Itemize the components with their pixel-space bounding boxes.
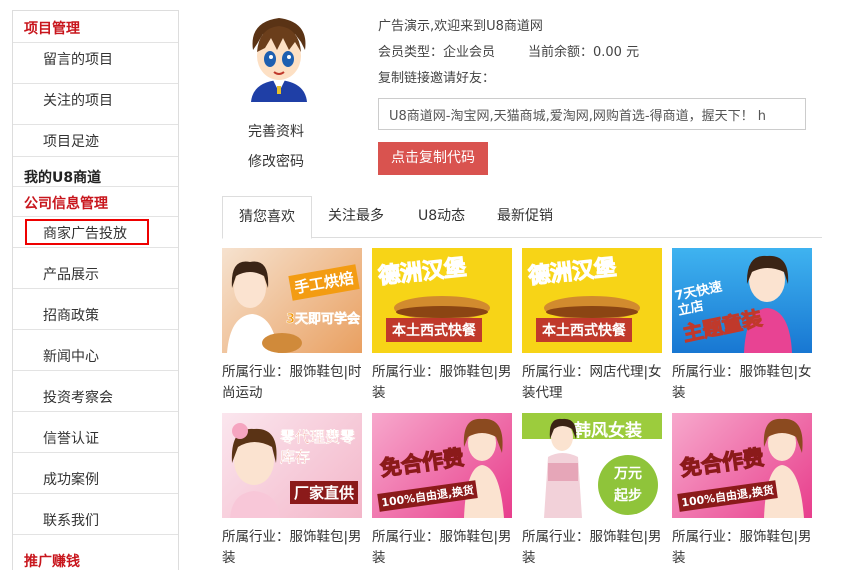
section-my-u8[interactable]: 我的U8商道 bbox=[24, 167, 101, 187]
change-password-link[interactable]: 修改密码 bbox=[248, 151, 304, 171]
product-caption[interactable]: 所属行业：服饰鞋包|男装 bbox=[372, 362, 514, 404]
product-caption[interactable]: 所属行业：服饰鞋包|女装 bbox=[672, 362, 814, 404]
product-caption[interactable]: 所属行业：服饰鞋包|男装 bbox=[522, 527, 664, 569]
highlight-box bbox=[25, 219, 149, 245]
product-thumbnail[interactable]: 德洲汉堡 本土西式快餐 bbox=[372, 248, 512, 353]
sidebar-item-followed-projects[interactable]: 关注的项目 bbox=[43, 90, 113, 110]
sidebar-menu: 项目管理 留言的项目 关注的项目 项目足迹 我的U8商道 公司信息管理 商家广告… bbox=[12, 10, 179, 570]
sidebar-item-contact[interactable]: 联系我们 bbox=[43, 510, 99, 530]
divider bbox=[13, 156, 178, 157]
divider bbox=[13, 329, 178, 330]
invite-label: 复制链接邀请好友： bbox=[378, 71, 496, 86]
section-project-management[interactable]: 项目管理 bbox=[24, 18, 80, 38]
product-card: 韩风女装 万元起步 所属行业：服饰鞋包|男装 bbox=[522, 413, 664, 569]
divider bbox=[13, 411, 178, 412]
banner-text: 零代理费零库存 bbox=[280, 428, 356, 466]
balance: 当前余额：0.00 元 bbox=[528, 45, 640, 60]
divider bbox=[13, 247, 178, 248]
product-thumbnail[interactable]: 7天快速立店 主题童装 bbox=[672, 248, 812, 353]
product-card: 手工烘焙 3天即可学会 所属行业：服饰鞋包|时尚运动 bbox=[222, 248, 364, 404]
product-thumbnail[interactable]: 韩风女装 万元起步 bbox=[522, 413, 662, 518]
product-thumbnail[interactable]: 免合作费 100%自由退,换货 bbox=[372, 413, 512, 518]
copy-code-button[interactable]: 点击复制代码 bbox=[378, 142, 488, 175]
tab-latest-promotions[interactable]: 最新促销 bbox=[497, 196, 553, 236]
complete-profile-link[interactable]: 完善资料 bbox=[248, 121, 304, 141]
banner-subtext: 本土西式快餐 bbox=[536, 318, 632, 342]
product-caption[interactable]: 所属行业：服饰鞋包|男装 bbox=[372, 527, 514, 569]
sidebar-item-project-history[interactable]: 项目足迹 bbox=[43, 131, 99, 151]
divider bbox=[13, 288, 178, 289]
sidebar-item-cases[interactable]: 成功案例 bbox=[43, 469, 99, 489]
product-caption[interactable]: 所属行业：服饰鞋包|时尚运动 bbox=[222, 362, 364, 404]
banner-subtext: 本土西式快餐 bbox=[386, 318, 482, 342]
section-company-info[interactable]: 公司信息管理 bbox=[24, 193, 108, 213]
product-caption[interactable]: 所属行业：服饰鞋包|男装 bbox=[222, 527, 364, 569]
sidebar-item-messaged-projects[interactable]: 留言的项目 bbox=[43, 49, 113, 69]
product-card: 7天快速立店 主题童装 所属行业：服饰鞋包|女装 bbox=[672, 248, 814, 404]
invite-link-field[interactable] bbox=[378, 98, 806, 130]
divider bbox=[13, 370, 178, 371]
welcome-text: 广告演示,欢迎来到U8商道网 bbox=[378, 19, 543, 34]
product-thumbnail[interactable]: 手工烘焙 3天即可学会 bbox=[222, 248, 362, 353]
banner-subtext: 厂家直供 bbox=[289, 481, 358, 504]
divider bbox=[13, 534, 178, 535]
banner-subtext: 万元起步 bbox=[614, 466, 642, 504]
sidebar-item-news[interactable]: 新闻中心 bbox=[43, 346, 99, 366]
product-caption[interactable]: 所属行业：服饰鞋包|男装 bbox=[672, 527, 814, 569]
product-thumbnail[interactable]: 零代理费零库存 厂家直供 bbox=[222, 413, 362, 518]
divider bbox=[13, 493, 178, 494]
tab-guess-you-like[interactable]: 猜您喜欢 bbox=[222, 196, 312, 239]
sidebar-item-credit[interactable]: 信誉认证 bbox=[43, 428, 99, 448]
divider bbox=[13, 124, 178, 125]
section-promotion[interactable]: 推广赚钱 bbox=[24, 551, 80, 570]
divider bbox=[13, 186, 178, 187]
divider bbox=[13, 42, 178, 43]
member-type: 会员类型：企业会员 bbox=[378, 45, 496, 60]
banner-subtext: 3天即可学会 bbox=[285, 312, 361, 328]
product-card: 免合作费 100%自由退,换货 所属行业：服饰鞋包|男装 bbox=[672, 413, 814, 569]
tab-u8-news[interactable]: U8动态 bbox=[418, 196, 465, 236]
sidebar-item-products[interactable]: 产品展示 bbox=[43, 264, 99, 284]
product-card: 德洲汉堡 本土西式快餐 所属行业：网店代理|女装代理 bbox=[522, 248, 664, 404]
avatar bbox=[251, 18, 307, 102]
tab-most-followed[interactable]: 关注最多 bbox=[328, 196, 384, 236]
product-thumbnail[interactable]: 免合作费 100%自由退,换货 bbox=[672, 413, 812, 518]
product-thumbnail[interactable]: 德洲汉堡 本土西式快餐 bbox=[522, 248, 662, 353]
tab-bar: 猜您喜欢 关注最多 U8动态 最新促销 bbox=[222, 196, 822, 239]
divider bbox=[13, 83, 178, 84]
sidebar-item-policy[interactable]: 招商政策 bbox=[43, 305, 99, 325]
divider bbox=[13, 216, 178, 217]
product-card: 零代理费零库存 厂家直供 所属行业：服饰鞋包|男装 bbox=[222, 413, 364, 569]
divider bbox=[13, 452, 178, 453]
sidebar-item-investment-visit[interactable]: 投资考察会 bbox=[43, 387, 113, 407]
product-card: 德洲汉堡 本土西式快餐 所属行业：服饰鞋包|男装 bbox=[372, 248, 514, 404]
product-card: 免合作费 100%自由退,换货 所属行业：服饰鞋包|男装 bbox=[372, 413, 514, 569]
product-caption[interactable]: 所属行业：网店代理|女装代理 bbox=[522, 362, 664, 404]
